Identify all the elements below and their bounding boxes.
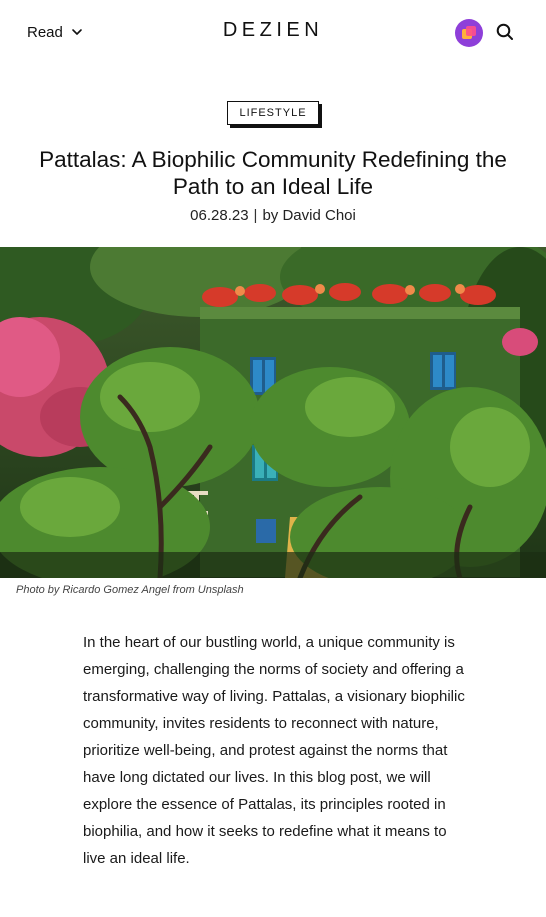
search-icon[interactable] (495, 22, 515, 42)
read-menu-label: Read (27, 23, 63, 41)
chevron-down-icon (72, 29, 82, 35)
author-byline[interactable]: by David Choi (262, 207, 355, 224)
site-header: Read DEZIEN (0, 0, 546, 64)
meta-separator: | (253, 207, 258, 224)
publish-date: 06.28.23 (190, 207, 249, 224)
read-menu-button[interactable]: Read (27, 22, 83, 42)
article-intro: In the heart of our bustling world, a un… (83, 634, 465, 867)
hero-image (0, 247, 546, 578)
article-meta: 06.28.23 | by David Choi (0, 207, 546, 224)
site-logo[interactable]: DEZIEN (223, 19, 323, 41)
category-badge[interactable]: LIFESTYLE (227, 101, 319, 125)
article-title: Pattalas: A Biophilic Community Redefini… (39, 147, 507, 199)
app-logo-icon[interactable] (455, 19, 483, 47)
image-caption: Photo by Ricardo Gomez Angel from Unspla… (16, 584, 244, 596)
